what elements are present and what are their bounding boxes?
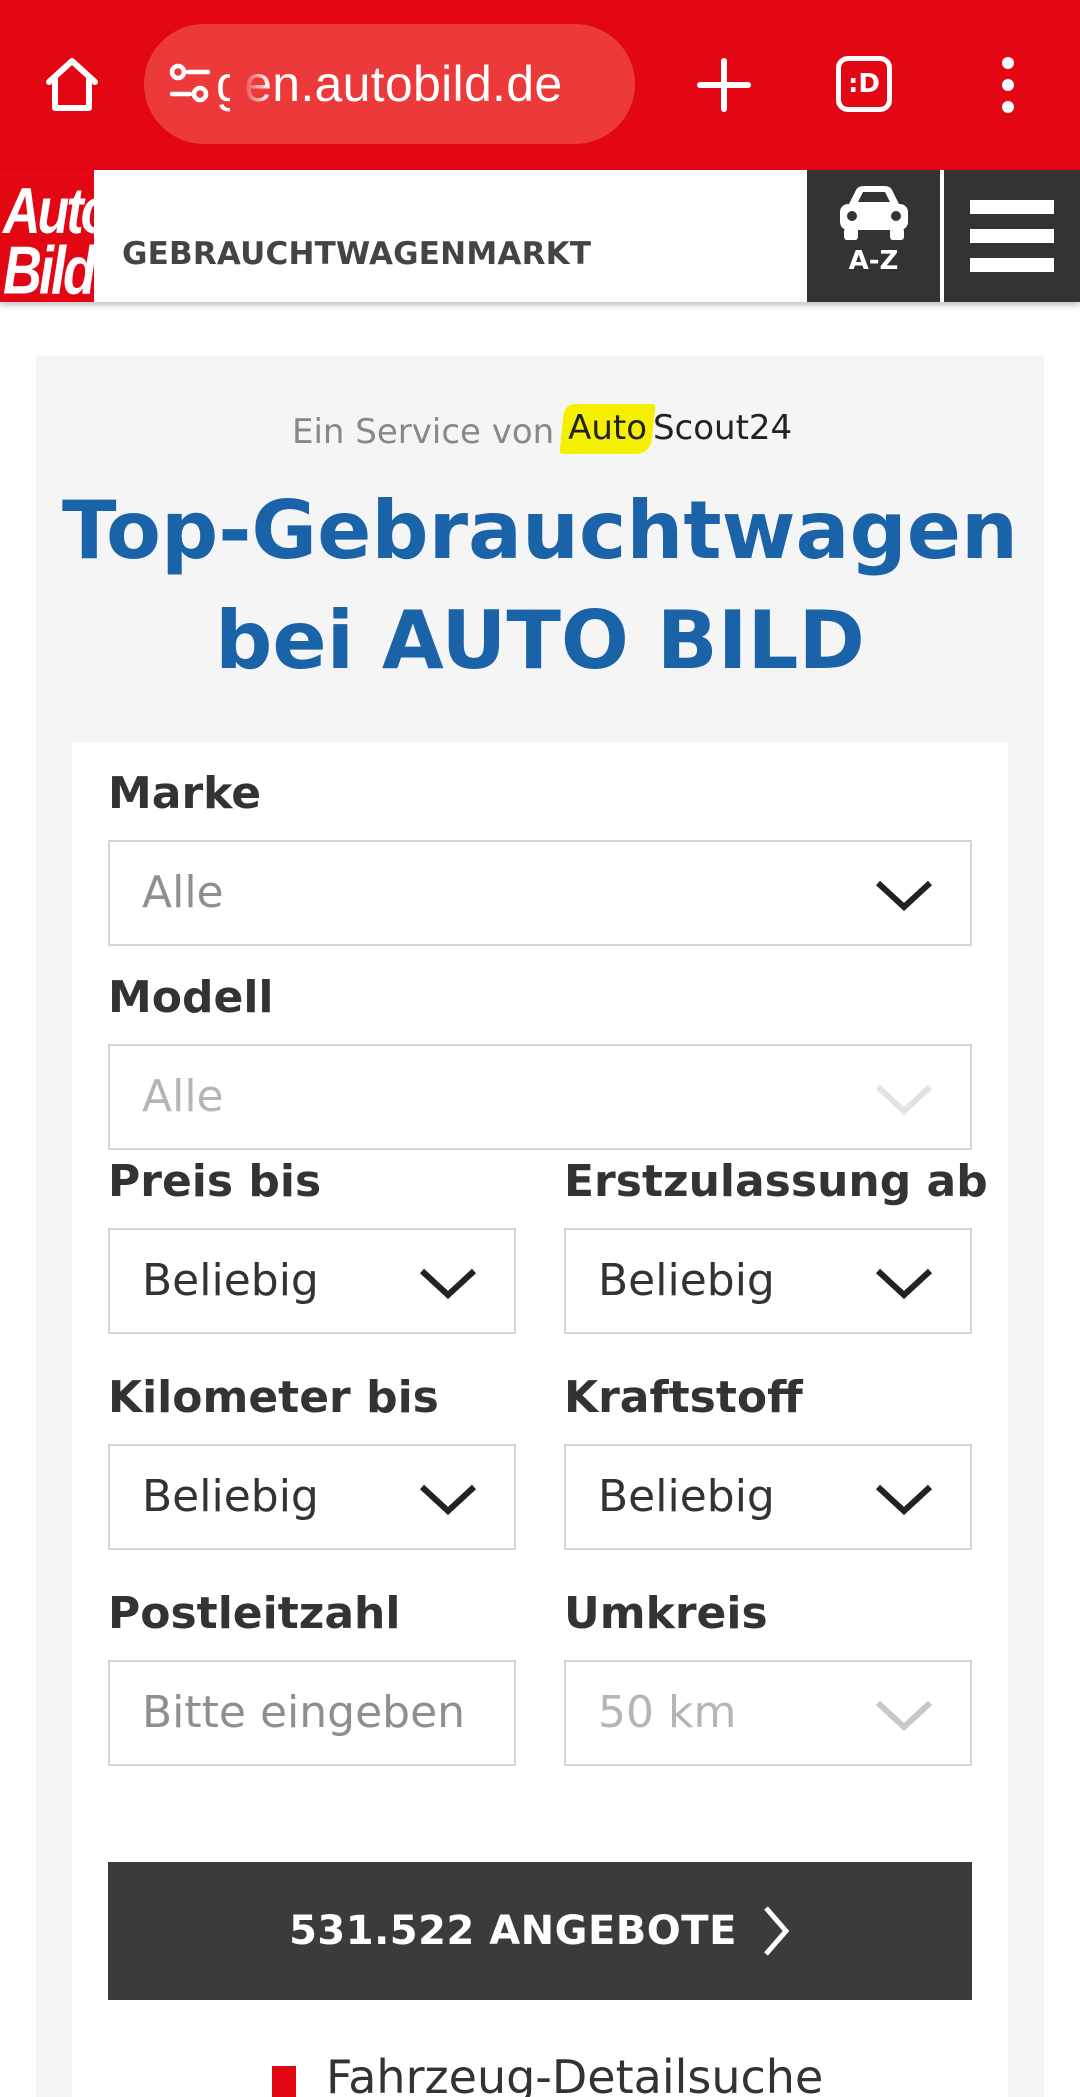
erstzulassung-select[interactable]: Beliebig (564, 1228, 972, 1334)
show-offers-button[interactable]: 531.522 ANGEBOTE (108, 1862, 972, 2000)
section-title[interactable]: GEBRAUCHTWAGENMARKT (122, 236, 591, 272)
hamburger-menu-icon[interactable] (944, 170, 1080, 302)
kraftstoff-value: Beliebig (598, 1471, 775, 1522)
autoscout24-logo: Auto Scout24 (559, 404, 793, 460)
modell-value: Alle (142, 1071, 224, 1122)
umkreis-select[interactable]: 50 km (564, 1660, 972, 1766)
headline-line-1: Top-Gebrauchtwagen (62, 484, 1018, 577)
home-icon (46, 58, 98, 111)
site-header: Auto Bild GEBRAUCHTWAGENMARKT A-Z (0, 170, 1080, 302)
modell-select[interactable]: Alle (108, 1044, 972, 1150)
browser-toolbar: gen.autobild.de :D (0, 0, 1080, 170)
address-bar[interactable]: gen.autobild.de (144, 24, 635, 144)
chevron-down-icon (875, 1084, 933, 1115)
kraftstoff-label: Kraftstoff (564, 1372, 803, 1423)
service-prefix: Ein Service von (292, 412, 555, 452)
plus-icon[interactable] (684, 45, 764, 125)
chevron-down-icon (875, 880, 933, 911)
kilometer-label: Kilometer bis (108, 1372, 439, 1423)
link-marker (272, 2066, 296, 2097)
autobild-logo[interactable]: Auto Bild (0, 170, 94, 302)
offers-count-label: 531.522 ANGEBOTE (289, 1908, 737, 1954)
erstzulassung-label: Erstzulassung ab (564, 1156, 988, 1207)
kraftstoff-select[interactable]: Beliebig (564, 1444, 972, 1550)
chevron-down-icon (419, 1484, 477, 1515)
home-button[interactable] (34, 45, 110, 125)
umkreis-value: 50 km (598, 1687, 737, 1738)
umkreis-label: Umkreis (564, 1588, 768, 1639)
plz-label: Postleitzahl (108, 1588, 401, 1639)
preis-label: Preis bis (108, 1156, 322, 1207)
chevron-down-icon (875, 1268, 933, 1299)
overflow-menu-icon[interactable] (988, 55, 1028, 115)
logo-rest: Scout24 (652, 408, 793, 448)
preis-select[interactable]: Beliebig (108, 1228, 516, 1334)
chevron-down-icon (875, 1484, 933, 1515)
kilometer-value: Beliebig (142, 1471, 319, 1522)
modell-label: Modell (108, 972, 274, 1023)
chevron-down-icon (419, 1268, 477, 1299)
detail-search-link[interactable]: Fahrzeug-Detailsuche (272, 2050, 823, 2097)
tab-switcher-label: :D (848, 69, 880, 99)
marke-select[interactable]: Alle (108, 840, 972, 946)
site-settings-icon[interactable] (164, 58, 216, 110)
tab-switcher-icon[interactable]: :D (836, 56, 892, 112)
page-title: Top-Gebrauchtwagen bei AUTO BILD (36, 476, 1044, 696)
plz-input[interactable]: Bitte eingeben (108, 1660, 516, 1766)
url-fade (230, 24, 270, 144)
erstzulassung-value: Beliebig (598, 1255, 775, 1306)
logo-line-2: Bild (3, 233, 94, 302)
car-icon (839, 186, 908, 240)
chevron-right-icon (764, 1906, 790, 1956)
headline-line-2: bei AUTO BILD (215, 594, 865, 687)
marke-value: Alle (142, 867, 224, 918)
search-card: Ein Service von Auto Scout24 Top-Gebrauch… (36, 356, 1044, 2097)
marke-label: Marke (108, 768, 262, 819)
detail-search-label: Fahrzeug-Detailsuche (326, 2050, 824, 2097)
chevron-down-icon (875, 1700, 933, 1731)
preis-value: Beliebig (142, 1255, 319, 1306)
kilometer-select[interactable]: Beliebig (108, 1444, 516, 1550)
logo-highlight: Auto (568, 408, 648, 448)
car-brands-az-button[interactable]: A-Z (807, 170, 940, 302)
plz-placeholder: Bitte eingeben (142, 1687, 466, 1738)
az-label: A-Z (848, 246, 899, 276)
